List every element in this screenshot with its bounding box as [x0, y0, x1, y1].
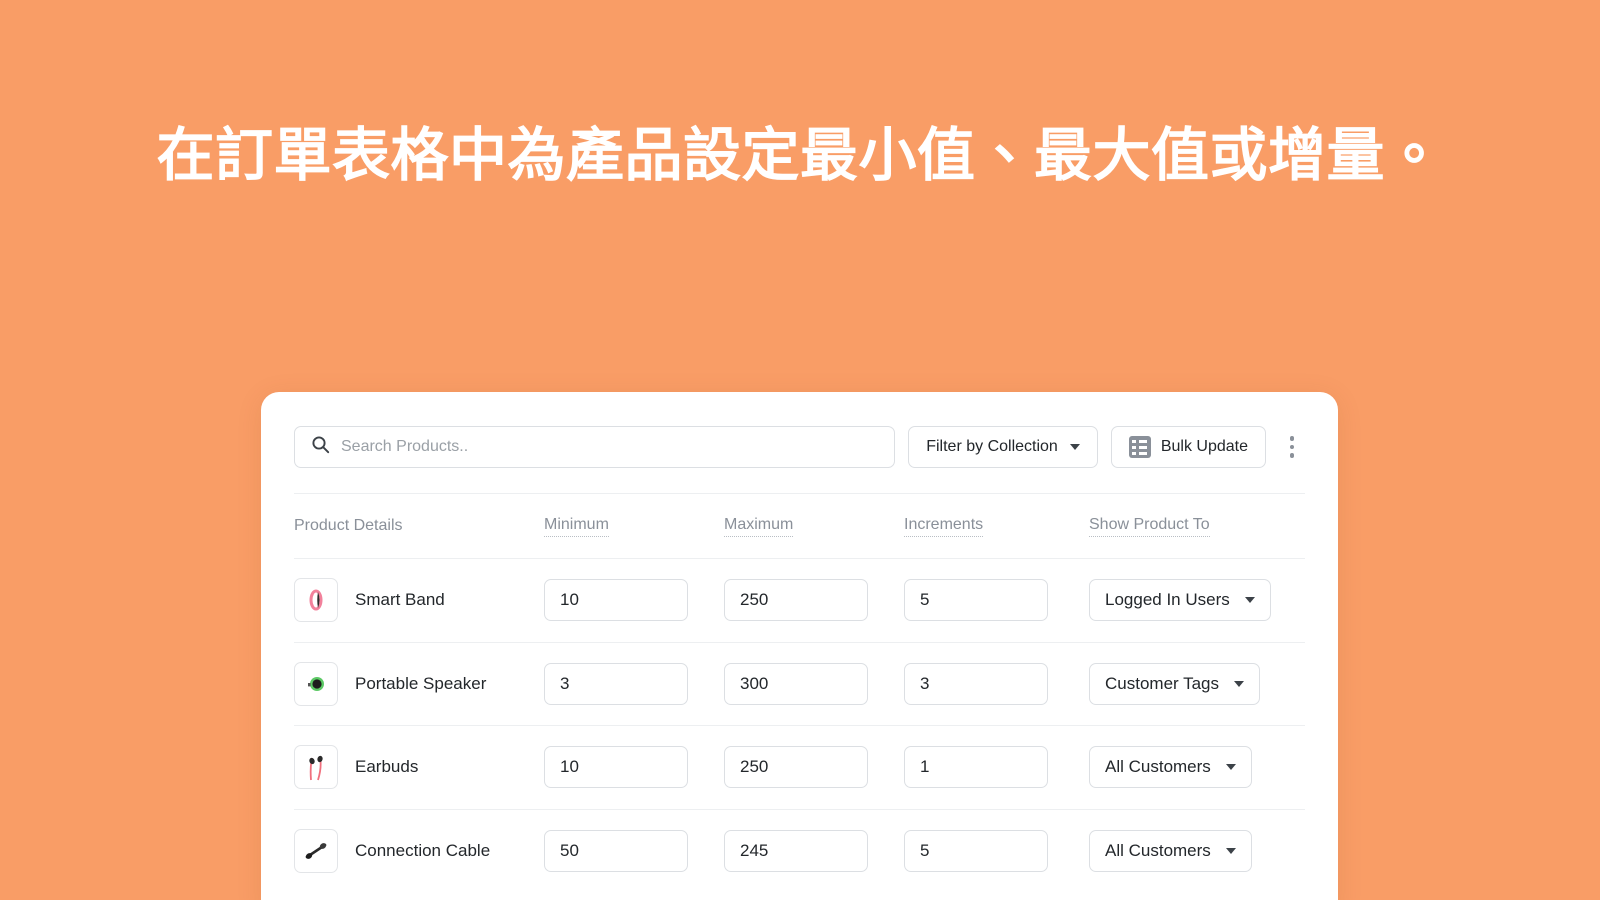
chevron-down-icon: [1069, 444, 1080, 450]
table-row: Smart Band 10 250 5 Logged In Users: [294, 558, 1305, 642]
chevron-down-icon: [1244, 597, 1255, 604]
table-row: Portable Speaker 3 300 3 Customer Tags: [294, 641, 1305, 726]
table-row: Connection Cable 50 245 5 All Customers: [294, 808, 1305, 893]
product-cell: Smart Band: [294, 578, 544, 623]
increments-input[interactable]: 5: [904, 579, 1048, 622]
filter-label: Filter by Collection: [926, 438, 1058, 455]
chevron-down-icon: [1234, 680, 1245, 687]
kebab-dot: [1289, 453, 1295, 458]
increments-cell: 1: [904, 746, 1089, 789]
minimum-input[interactable]: 10: [544, 746, 688, 789]
show-product-to-cell: Customer Tags: [1089, 662, 1305, 705]
chevron-down-icon: [1225, 764, 1236, 771]
chevron-down-icon: [1225, 847, 1236, 854]
toolbar: Search Products.. Filter by Collection B…: [294, 392, 1305, 493]
show-product-to-dropdown[interactable]: All Customers: [1089, 746, 1252, 789]
maximum-cell: 245: [724, 829, 904, 872]
list-icon: [1128, 436, 1151, 458]
column-header-show-product-to: Show Product To: [1089, 516, 1305, 537]
column-header-maximum: Maximum: [724, 516, 904, 537]
maximum-cell: 300: [724, 662, 904, 705]
smart-band-thumbnail: [294, 578, 338, 623]
increments-input[interactable]: 5: [904, 829, 1048, 872]
increments-input[interactable]: 3: [904, 662, 1048, 705]
earbuds-thumbnail: [294, 745, 338, 790]
show-product-to-dropdown[interactable]: Customer Tags: [1089, 662, 1261, 705]
more-options-button[interactable]: [1279, 426, 1305, 468]
increments-cell: 5: [904, 829, 1089, 872]
filter-by-collection-dropdown[interactable]: Filter by Collection: [908, 426, 1098, 468]
increments-cell: 5: [904, 579, 1089, 622]
hero-section: 在訂單表格中為產品設定最小值、最大值或增量。: [0, 112, 1600, 200]
minimum-cell: 10: [544, 579, 724, 622]
product-name: Smart Band: [355, 590, 445, 610]
column-header-minimum: Minimum: [544, 516, 724, 537]
product-cell: Portable Speaker: [294, 661, 544, 706]
increments-input[interactable]: 1: [904, 746, 1048, 789]
maximum-input[interactable]: 250: [724, 579, 868, 622]
maximum-cell: 250: [724, 579, 904, 622]
product-name: Connection Cable: [355, 840, 491, 860]
minimum-cell: 50: [544, 829, 724, 872]
search-placeholder: Search Products..: [341, 438, 469, 455]
search-icon: [311, 435, 330, 459]
maximum-input[interactable]: 250: [724, 746, 868, 789]
maximum-cell: 250: [724, 746, 904, 789]
minimum-input[interactable]: 10: [544, 579, 688, 622]
bulk-update-button[interactable]: Bulk Update: [1110, 426, 1266, 468]
table-header-row: Product Details Minimum Maximum Incremen…: [294, 493, 1305, 558]
show-product-to-cell: All Customers: [1089, 746, 1305, 789]
kebab-dot: [1289, 436, 1295, 441]
maximum-input[interactable]: 300: [724, 662, 868, 705]
minimum-input[interactable]: 3: [544, 662, 688, 705]
kebab-dot: [1289, 444, 1295, 450]
maximum-input[interactable]: 245: [724, 829, 868, 872]
show-product-to-cell: Logged In Users: [1089, 579, 1305, 622]
portable-speaker-thumbnail: [294, 661, 338, 706]
column-header-increments: Increments: [904, 516, 1089, 537]
product-settings-card: Search Products.. Filter by Collection B…: [261, 392, 1338, 900]
product-name: Portable Speaker: [355, 673, 487, 693]
product-cell: Connection Cable: [294, 828, 544, 873]
product-name: Earbuds: [355, 757, 419, 777]
search-input[interactable]: Search Products..: [294, 426, 896, 468]
minimum-cell: 10: [544, 746, 724, 789]
show-product-to-dropdown[interactable]: Logged In Users: [1089, 579, 1271, 622]
connection-cable-thumbnail: [294, 828, 338, 873]
minimum-cell: 3: [544, 662, 724, 705]
page-title: 在訂單表格中為產品設定最小值、最大值或增量。: [156, 123, 1444, 188]
bulk-update-label: Bulk Update: [1160, 438, 1248, 455]
column-header-product-details: Product Details: [294, 517, 403, 534]
product-cell: Earbuds: [294, 745, 544, 790]
minimum-input[interactable]: 50: [544, 829, 688, 872]
table-row: Earbuds 10 250 1 All Customers: [294, 725, 1305, 809]
show-product-to-dropdown[interactable]: All Customers: [1089, 829, 1252, 872]
increments-cell: 3: [904, 662, 1089, 705]
show-product-to-cell: All Customers: [1089, 829, 1305, 872]
